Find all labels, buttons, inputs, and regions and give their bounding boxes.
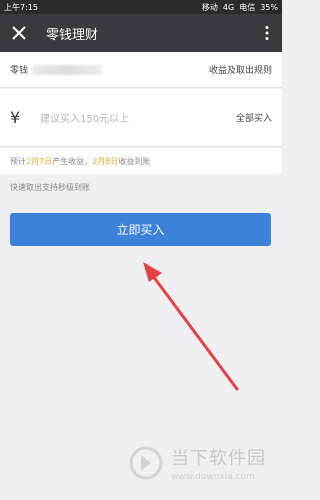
rules-link[interactable]: 收益及取出规则	[209, 63, 272, 76]
expect-date2: 2月8日	[92, 156, 119, 166]
watermark-logo-icon	[129, 446, 163, 480]
buy-all-link[interactable]: 全部买入	[236, 111, 272, 124]
expect-mid: 产生收益，	[52, 156, 93, 166]
expected-income-row: 预计 2月7日 产生收益， 2月8日 收益到账	[0, 148, 282, 174]
more-icon[interactable]	[258, 24, 276, 42]
amount-input[interactable]: 建议买入150元以上	[40, 110, 129, 125]
watermark-en: www.downxia.com	[171, 472, 255, 482]
title-bar: 零钱理财	[0, 14, 282, 52]
page-title: 零钱理财	[46, 27, 99, 43]
status-battery: 35%	[260, 2, 278, 12]
buy-now-button[interactable]: 立即买入	[10, 213, 271, 246]
amount-row: ¥ 建议买入150元以上 全部买入	[0, 89, 282, 147]
balance-label: 零钱	[10, 66, 29, 76]
status-right: 移动 4G 电信 35%	[202, 2, 278, 13]
yen-symbol: ¥	[10, 108, 21, 127]
watermark-cn: 当下软件园	[171, 448, 266, 469]
watermark: 当下软件园 www.downxia.com	[129, 444, 266, 482]
blurred-balance	[32, 64, 103, 75]
status-carrier1: 移动	[201, 2, 218, 12]
expect-date1: 2月7日	[26, 156, 53, 166]
expect-pre: 预计	[10, 156, 26, 166]
status-bar: 上午7:15 移动 4G 电信 35%	[0, 0, 282, 14]
balance-left: 零钱	[10, 63, 103, 76]
watermark-text: 当下软件园 www.downxia.com	[171, 444, 266, 482]
withdraw-tip: 快速取出支持秒级到账	[10, 183, 90, 192]
status-network: 4G	[222, 2, 235, 12]
status-time: 上午7:15	[4, 2, 38, 12]
status-carrier2: 电信	[239, 2, 256, 12]
expect-post: 收益到账	[118, 156, 151, 166]
balance-row: 零钱 收益及取出规则	[0, 52, 282, 88]
close-icon[interactable]	[10, 24, 28, 42]
